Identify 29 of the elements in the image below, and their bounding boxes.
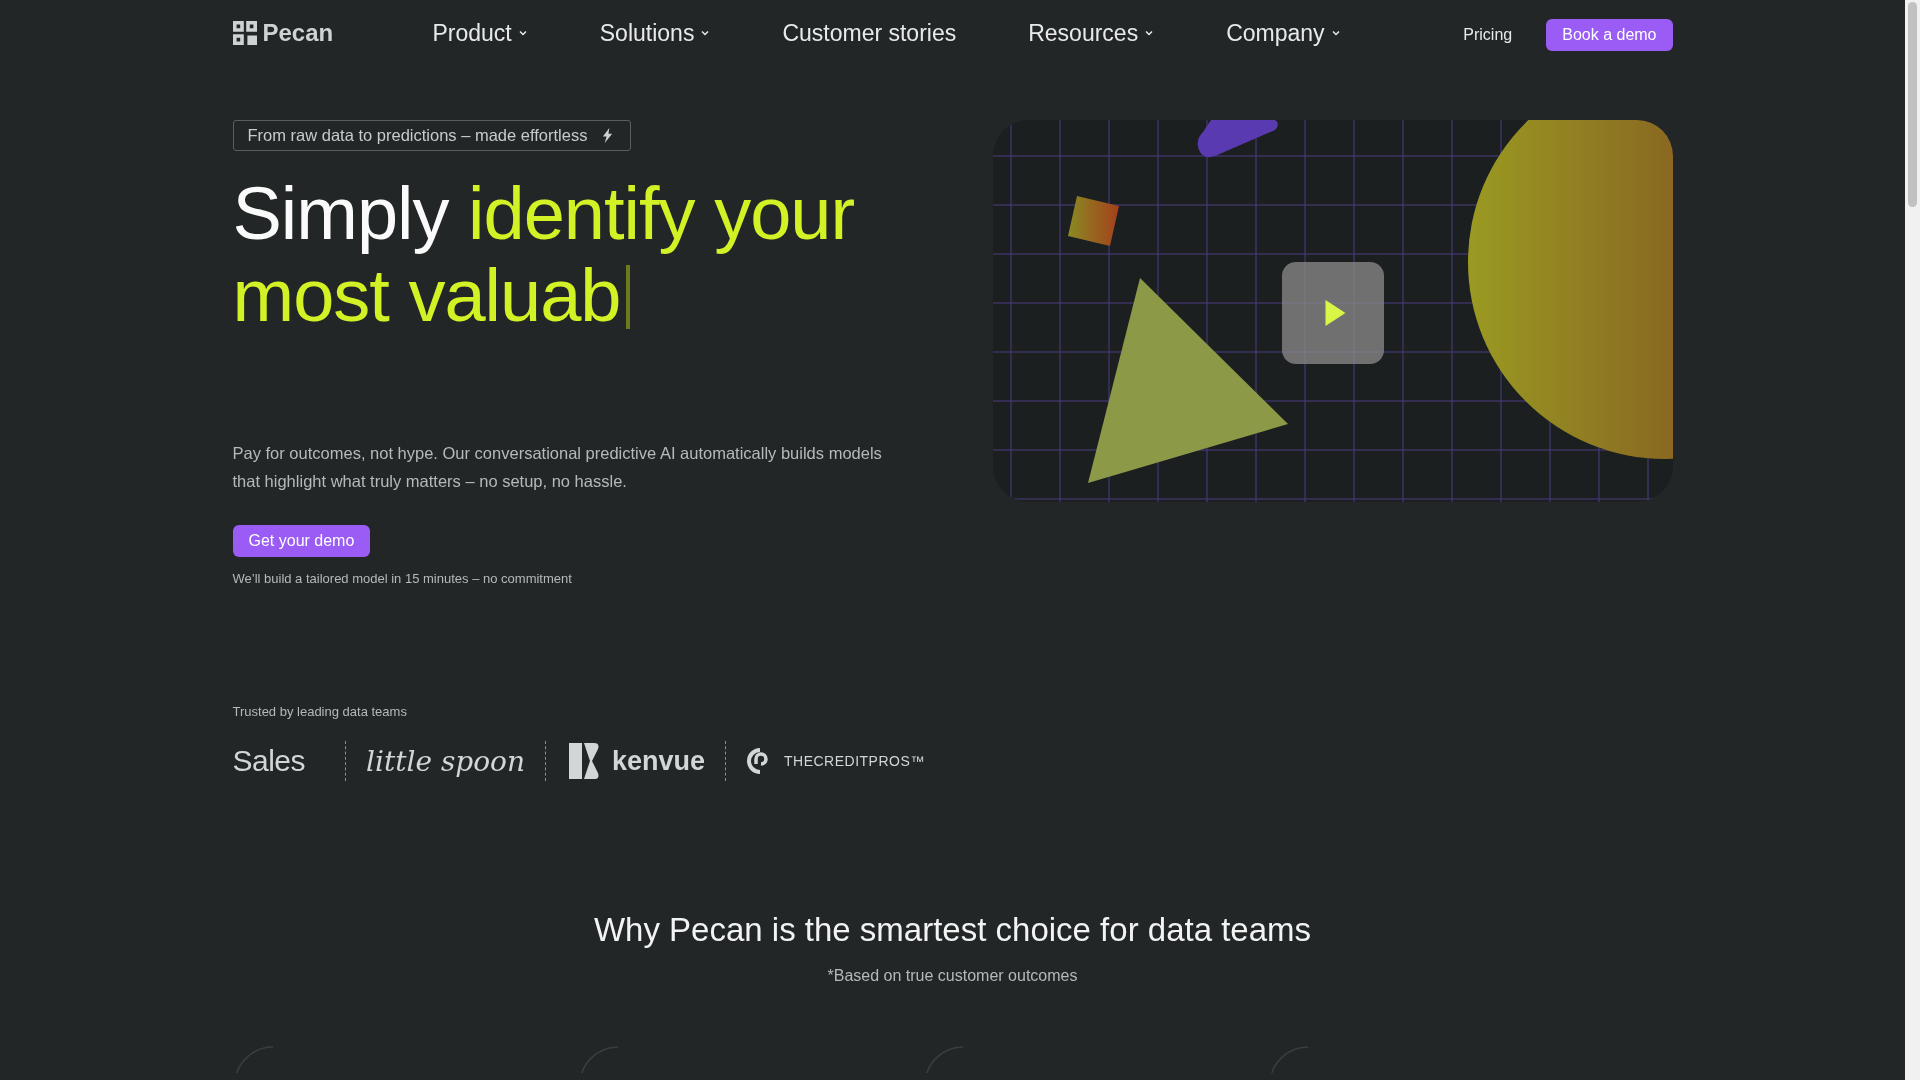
trusted-label: Trusted by leading data teams — [232, 704, 408, 719]
chevron-down-icon — [700, 28, 711, 38]
section-title: Why Pecan is the smartest choice for data teams — [592, 911, 1313, 949]
pricing-link[interactable]: Pricing — [1463, 26, 1513, 44]
tagline-text: From raw data to predictions – made effortless — [247, 126, 588, 145]
get-demo-button[interactable]: Get your demo — [232, 525, 371, 557]
logo-icon — [232, 21, 257, 45]
nav-menu-item[interactable]: Company — [1226, 19, 1341, 47]
nav-menu-item[interactable]: Solutions — [599, 19, 711, 47]
client-logo: Sales — [232, 744, 306, 778]
hero-description: Pay for outcomes, not hype. Our conversational predictive AI automatically builds models that highlight what truly matters – no setup, no hassle. — [232, 443, 883, 492]
client-logo: little spoon — [366, 744, 525, 778]
nav-menu-item[interactable]: Product — [432, 19, 528, 47]
play-button[interactable] — [1281, 262, 1384, 364]
headline: Simply identify your most valuab — [232, 173, 856, 337]
scrollbar[interactable] — [1905, 0, 1920, 1080]
logo-link[interactable]: Pecan — [232, 19, 403, 47]
play-icon — [1325, 300, 1346, 326]
client-logo: kenvue — [611, 745, 705, 777]
client-logo: THECREDITPROS™ — [784, 753, 925, 769]
nav-menu-item[interactable]: Resources — [1028, 19, 1155, 47]
chevron-down-icon — [1144, 28, 1155, 38]
chevron-down-icon — [517, 28, 528, 38]
section-subtitle: *Based on true customer outcomes — [826, 967, 1079, 985]
demo-note: We’ll build a tailored model in 15 minutes – no commitment — [232, 571, 573, 586]
nav-menu-item[interactable]: Customer stories — [782, 19, 957, 47]
logo-text: Pecan — [262, 19, 334, 47]
book-demo-button[interactable]: Book a demo — [1546, 19, 1673, 51]
chevron-down-icon — [1330, 28, 1341, 38]
